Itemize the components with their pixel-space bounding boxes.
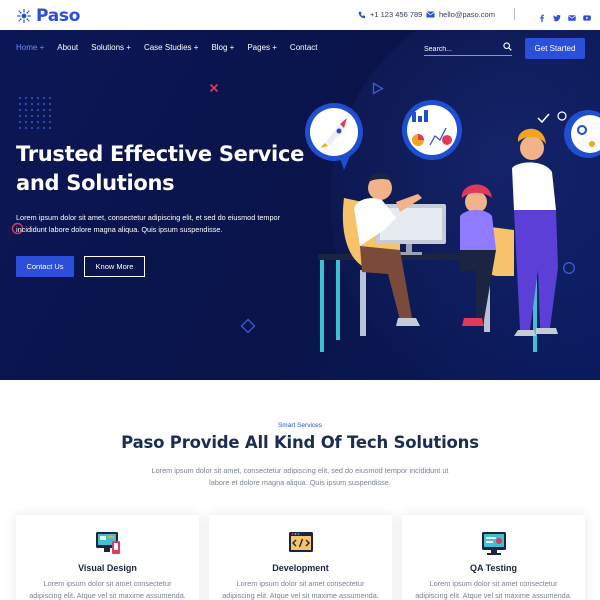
contact-us-button[interactable]: Contact Us xyxy=(16,256,74,277)
analytics-bubble-icon xyxy=(402,100,462,160)
service-card-qa-testing[interactable]: QA Testing Lorem ipsum dolor sit amet co… xyxy=(402,515,585,600)
nav-item-about[interactable]: About xyxy=(57,43,78,52)
qa-testing-icon xyxy=(482,532,506,555)
development-icon xyxy=(289,532,313,552)
know-more-button[interactable]: Know More xyxy=(84,256,145,277)
phone-icon xyxy=(358,11,366,18)
card-text: Lorem ipsum dolor sit amet consectetur a… xyxy=(29,579,186,600)
top-bar: Paso +1 123 456 789 hello@paso.com xyxy=(0,0,600,30)
phone-number: +1 123 456 789 xyxy=(370,10,423,19)
search-box xyxy=(424,38,512,58)
divider xyxy=(514,8,515,20)
nav-item-solutions[interactable]: Solutions + xyxy=(91,43,131,52)
search-input[interactable] xyxy=(424,41,494,58)
hero-section: Home + About Solutions + Case Studies + … xyxy=(0,30,600,380)
email-address: hello@paso.com xyxy=(439,10,495,19)
facebook-icon[interactable] xyxy=(538,9,546,22)
section-eyebrow: Smart Services xyxy=(277,422,323,429)
cross-icon xyxy=(209,83,219,93)
logo-text: Paso xyxy=(36,6,81,26)
diamond-icon xyxy=(240,318,256,334)
card-title: Development xyxy=(272,563,329,573)
get-started-button[interactable]: Get Started xyxy=(525,38,585,59)
checklist-decoration xyxy=(537,111,567,124)
logo[interactable]: Paso xyxy=(16,6,80,26)
card-text: Lorem ipsum dolor sit amet consectetur a… xyxy=(415,579,572,600)
card-title: QA Testing xyxy=(470,563,517,573)
card-text: Lorem ipsum dolor sit amet consectetur a… xyxy=(222,579,379,600)
nav-item-pages[interactable]: Pages + xyxy=(247,43,277,52)
section-title: Paso Provide All Kind Of Tech Solutions xyxy=(121,433,479,452)
team-illustration xyxy=(305,100,600,352)
service-card-development[interactable]: Development Lorem ipsum dolor sit amet c… xyxy=(209,515,392,600)
nav-item-contact[interactable]: Contact xyxy=(290,43,318,52)
contact-phone[interactable]: +1 123 456 789 xyxy=(358,10,422,19)
mail-icon xyxy=(426,11,435,18)
hero-title: Trusted Effective Service and Solutions xyxy=(16,142,305,195)
nav-item-case-studies[interactable]: Case Studies + xyxy=(144,43,198,52)
youtube-icon[interactable] xyxy=(583,9,591,21)
settings-bubble-icon xyxy=(564,110,600,158)
logo-icon xyxy=(17,9,31,23)
service-card-visual-design[interactable]: Visual Design Lorem ipsum dolor sit amet… xyxy=(16,515,199,600)
search-icon[interactable] xyxy=(503,42,512,51)
nav-item-blog[interactable]: Blog + xyxy=(211,43,234,52)
rocket-bubble-icon xyxy=(305,103,363,170)
section-description: Lorem ipsum dolor sit amet, consectetur … xyxy=(151,466,449,487)
card-title: Visual Design xyxy=(78,563,137,573)
contact-email[interactable]: hello@paso.com xyxy=(426,10,495,19)
dot-grid-decoration xyxy=(17,95,55,131)
nav-item-home[interactable]: Home + xyxy=(16,43,44,52)
main-nav: Home + About Solutions + Case Studies + … xyxy=(16,43,331,52)
twitter-icon[interactable] xyxy=(553,9,561,22)
social-links xyxy=(538,9,591,22)
visual-design-icon xyxy=(96,532,120,554)
hero-description: Lorem ipsum dolor sit amet, consectetur … xyxy=(16,213,281,234)
email-icon[interactable] xyxy=(568,9,576,21)
